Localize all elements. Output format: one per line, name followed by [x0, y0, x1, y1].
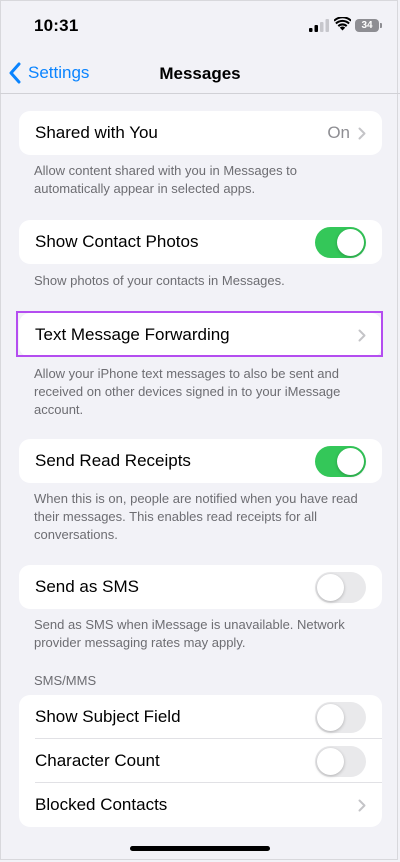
- chevron-right-icon: [358, 127, 366, 139]
- chevron-right-icon: [358, 329, 366, 341]
- text-forwarding-row[interactable]: Text Message Forwarding: [19, 313, 382, 357]
- shared-with-you-value: On: [327, 123, 350, 142]
- shared-with-you-group: Shared with You On: [19, 111, 382, 155]
- character-count-label: Character Count: [35, 751, 160, 770]
- battery-icon: 34: [355, 18, 382, 32]
- nav-bar: Settings Messages: [0, 52, 400, 92]
- contact-photos-footer: Show photos of your contacts in Messages…: [34, 273, 285, 288]
- send-sms-label: Send as SMS: [35, 577, 139, 596]
- chevron-right-icon: [358, 799, 366, 811]
- subject-field-row: Show Subject Field: [19, 695, 382, 739]
- shared-with-you-footer: Allow content shared with you in Message…: [34, 163, 298, 196]
- contact-photos-row: Show Contact Photos: [19, 220, 382, 264]
- text-forwarding-group: Text Message Forwarding: [19, 313, 382, 357]
- signal-icon: [309, 19, 329, 32]
- text-forwarding-footer: Allow your iPhone text messages to also …: [34, 366, 341, 417]
- contact-photos-group: Show Contact Photos: [19, 220, 382, 264]
- read-receipts-group: Send Read Receipts: [19, 439, 382, 483]
- send-sms-toggle[interactable]: [315, 571, 366, 603]
- read-receipts-row: Send Read Receipts: [19, 439, 382, 483]
- nav-divider: [0, 93, 400, 94]
- status-bar: 10:31 34: [0, 0, 400, 50]
- wifi-icon: [334, 17, 351, 31]
- read-receipts-footer: When this is on, people are notified whe…: [34, 491, 358, 542]
- sms-mms-header: SMS/MMS: [34, 673, 97, 688]
- shared-with-you-label: Shared with You: [35, 123, 158, 142]
- shared-with-you-row[interactable]: Shared with You On: [19, 111, 382, 155]
- send-sms-group: Send as SMS: [19, 565, 382, 609]
- subject-field-toggle[interactable]: [315, 701, 366, 733]
- battery-level: 34: [361, 19, 373, 31]
- read-receipts-toggle[interactable]: [315, 445, 366, 477]
- blocked-contacts-row[interactable]: Blocked Contacts: [19, 783, 382, 827]
- read-receipts-label: Send Read Receipts: [35, 451, 191, 470]
- blocked-contacts-label: Blocked Contacts: [35, 795, 168, 814]
- status-time: 10:31: [34, 16, 79, 35]
- subject-field-label: Show Subject Field: [35, 707, 181, 726]
- home-indicator[interactable]: [130, 846, 270, 851]
- send-sms-footer: Send as SMS when iMessage is unavailable…: [34, 617, 345, 650]
- page-title: Messages: [159, 64, 241, 83]
- text-forwarding-label: Text Message Forwarding: [35, 325, 230, 344]
- character-count-toggle[interactable]: [315, 745, 366, 777]
- contact-photos-label: Show Contact Photos: [35, 232, 199, 251]
- sms-mms-group: Show Subject Field Character Count Block…: [19, 695, 382, 827]
- contact-photos-toggle[interactable]: [315, 226, 366, 258]
- character-count-row: Character Count: [19, 739, 382, 783]
- send-sms-row: Send as SMS: [19, 565, 382, 609]
